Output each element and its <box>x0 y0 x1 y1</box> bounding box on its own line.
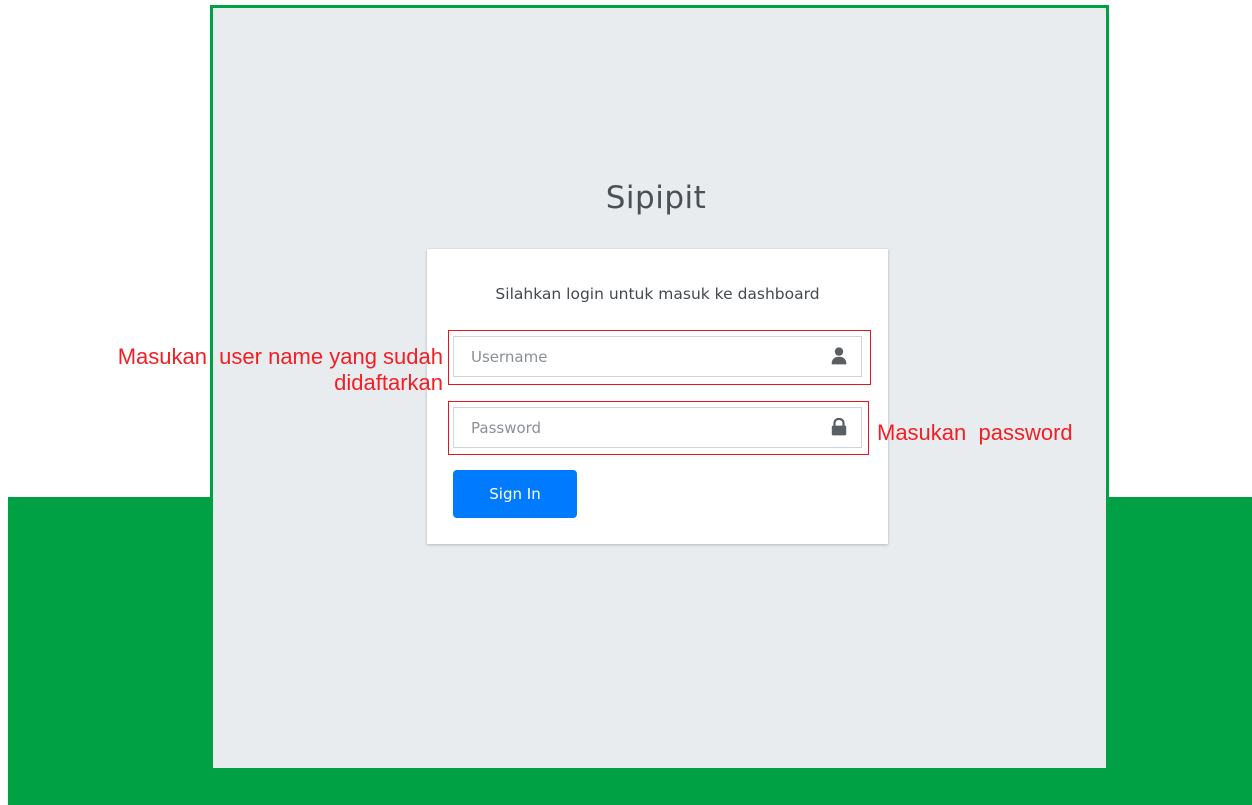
login-card: Silahkan login untuk masuk ke dashboard … <box>427 249 888 544</box>
app-brand-title: Sipipit <box>605 180 707 216</box>
username-highlight-box <box>448 330 871 385</box>
username-annotation: Masukan user name yang sudah didaftarkan <box>117 344 443 395</box>
password-annotation: Masukan password <box>877 420 1073 445</box>
login-message: Silahkan login untuk masuk ke dashboard <box>495 285 820 303</box>
sign-in-button[interactable]: Sign In <box>453 470 577 518</box>
password-highlight-box <box>448 401 869 455</box>
